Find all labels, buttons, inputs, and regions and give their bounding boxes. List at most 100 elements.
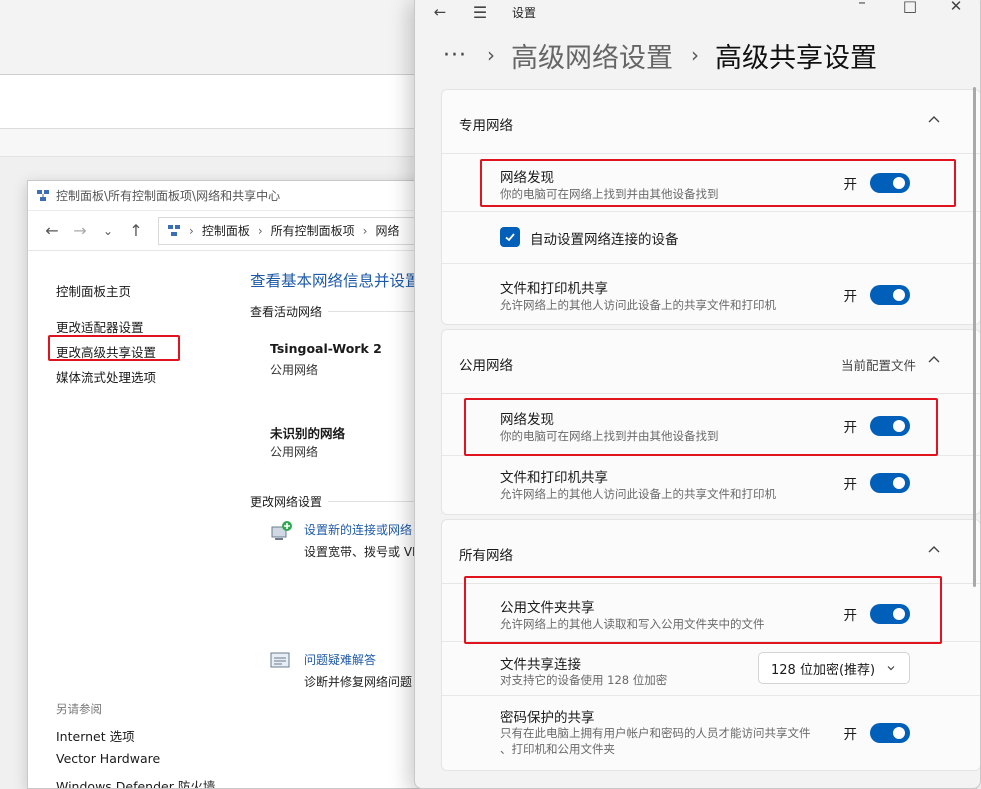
network-name: Tsingoal-Work 2	[270, 341, 382, 356]
section-header[interactable]: 公用网络 当前配置文件	[442, 330, 980, 394]
troubleshoot-link[interactable]: 问题疑难解答	[304, 651, 376, 668]
public-folder-sharing-toggle[interactable]	[870, 604, 910, 624]
address-segment[interactable]: 控制面板	[202, 222, 250, 239]
change-adapter-settings-link[interactable]: 更改适配器设置	[56, 317, 144, 336]
dropdown-value: 128 位加密(推荐)	[771, 662, 876, 678]
network-center-icon	[37, 189, 49, 201]
section-title: 公用网络	[459, 358, 513, 374]
file-printer-sharing-toggle[interactable]	[870, 473, 910, 493]
scrollbar[interactable]	[973, 87, 976, 587]
maximize-icon[interactable]: □	[899, 0, 921, 17]
page-title: 高级共享设置	[714, 42, 877, 74]
auto-setup-checkbox[interactable]	[500, 227, 520, 247]
network-type: 公用网络	[270, 445, 319, 459]
setting-description: 、打印机和公用文件夹	[500, 742, 615, 756]
password-protected-sharing-toggle[interactable]	[870, 723, 910, 743]
section-title: 所有网络	[459, 548, 513, 564]
up-arrow-icon[interactable]: ↑	[122, 217, 150, 245]
page-title: 查看基本网络信息并设置	[250, 272, 421, 290]
setting-description: 允许网络上的其他人读取和写入公用文件夹中的文件	[500, 617, 765, 631]
internet-options-link[interactable]: Internet 选项	[56, 726, 135, 745]
section-title: 专用网络	[459, 118, 513, 134]
all-networks-panel: 所有网络 公用文件夹共享 允许网络上的其他人读取和写入公用文件夹中的文件 开 文…	[441, 519, 980, 772]
setting-title: 文件和打印机共享	[500, 281, 608, 297]
section-header[interactable]: 专用网络	[442, 90, 980, 154]
breadcrumb-more[interactable]: ···	[443, 43, 467, 68]
setting-title: 密码保护的共享	[500, 710, 595, 726]
settings-titlebar: ← ☰ 设置 – □ ✕	[415, 0, 980, 31]
toggle-state-label: 开	[843, 727, 858, 743]
public-network-panel: 公用网络 当前配置文件 网络发现 你的电脑可在网络上找到并由其他设备找到 开 文…	[441, 329, 980, 516]
troubleshoot-icon	[270, 652, 290, 668]
see-also-label: 另请参阅	[56, 702, 102, 716]
setting-description: 你的电脑可在网络上找到并由其他设备找到	[500, 429, 719, 443]
network-center-icon	[168, 224, 180, 236]
back-arrow-icon[interactable]: ←	[429, 1, 451, 23]
media-streaming-options-link[interactable]: 媒体流式处理选项	[56, 367, 156, 386]
menu-icon[interactable]: ☰	[469, 1, 491, 23]
active-networks-label: 查看活动网络	[250, 305, 323, 319]
setup-new-connection-link[interactable]: 设置新的连接或网络	[304, 521, 412, 538]
address-segment[interactable]: 所有控制面板项	[271, 222, 355, 239]
auto-setup-row: 自动设置网络连接的设备	[442, 212, 980, 264]
encryption-dropdown[interactable]: 128 位加密(推荐)	[758, 652, 910, 684]
setting-title: 网络发现	[500, 170, 554, 186]
address-segment[interactable]: 网络	[375, 222, 399, 239]
network-type: 公用网络	[270, 363, 319, 377]
network-discovery-row: 网络发现 你的电脑可在网络上找到并由其他设备找到 开	[442, 394, 980, 456]
network-discovery-toggle[interactable]	[870, 173, 910, 193]
chevron-up-icon[interactable]	[924, 539, 944, 559]
chevron-up-icon[interactable]	[924, 349, 944, 369]
setting-description: 对支持它的设备使用 128 位加密	[500, 673, 668, 687]
chevron-right-icon: ›	[690, 43, 699, 67]
chevron-right-icon: ›	[257, 223, 263, 238]
breadcrumb: ··· › 高级网络设置 › 高级共享设置	[443, 33, 877, 77]
control-panel-titlebar: 控制面板\所有控制面板项\网络和共享中心	[28, 181, 446, 211]
setting-title: 网络发现	[500, 412, 554, 428]
control-panel-window: 控制面板\所有控制面板项\网络和共享中心 ← → ⌄ ↑ › 控制面板 › 所有…	[27, 180, 447, 789]
setting-title: 文件共享连接	[500, 657, 581, 673]
change-advanced-sharing-link[interactable]: 更改高级共享设置	[56, 342, 156, 361]
file-printer-sharing-row: 文件和打印机共享 允许网络上的其他人访问此设备上的共享文件和打印机 开	[442, 456, 980, 516]
section-header[interactable]: 所有网络	[442, 520, 980, 584]
close-icon[interactable]: ✕	[945, 0, 967, 17]
setting-description: 只有在此电脑上拥有用户帐户和密码的人员才能访问共享文件	[500, 726, 811, 740]
minimize-icon[interactable]: –	[851, 0, 873, 13]
toggle-state-label: 开	[843, 177, 858, 193]
network-discovery-toggle[interactable]	[870, 416, 910, 436]
back-arrow-icon[interactable]: ←	[38, 217, 66, 245]
chevron-down-icon[interactable]: ⌄	[94, 217, 122, 245]
control-panel-navbar: ← → ⌄ ↑ › 控制面板 › 所有控制面板项 › 网络	[28, 211, 446, 251]
setting-description: 你的电脑可在网络上找到并由其他设备找到	[500, 187, 719, 201]
change-network-settings-label: 更改网络设置	[250, 495, 323, 509]
vector-hardware-link[interactable]: Vector Hardware	[56, 751, 160, 766]
toggle-state-label: 开	[843, 477, 858, 493]
public-folder-sharing-row: 公用文件夹共享 允许网络上的其他人读取和写入公用文件夹中的文件 开	[442, 576, 980, 644]
chevron-right-icon: ›	[486, 43, 495, 67]
file-sharing-connection-row: 文件共享连接 对支持它的设备使用 128 位加密 128 位加密(推荐)	[442, 642, 980, 696]
chevron-down-icon	[887, 666, 895, 671]
control-panel-home-link[interactable]: 控制面板主页	[56, 281, 131, 300]
control-panel-window-title: 控制面板\所有控制面板项\网络和共享中心	[56, 189, 281, 203]
password-protected-sharing-row: 密码保护的共享 只有在此电脑上拥有用户帐户和密码的人员才能访问共享文件 、打印机…	[442, 696, 980, 772]
current-profile-label: 当前配置文件	[840, 358, 916, 373]
new-connection-icon	[271, 521, 292, 540]
checkbox-label: 自动设置网络连接的设备	[530, 232, 679, 248]
toggle-state-label: 开	[843, 608, 858, 624]
file-printer-sharing-toggle[interactable]	[870, 285, 910, 305]
breadcrumb-parent[interactable]: 高级网络设置	[511, 36, 673, 75]
chevron-right-icon: ›	[189, 223, 194, 238]
app-title: 设置	[512, 6, 537, 20]
checkmark-icon	[505, 233, 515, 242]
forward-arrow-icon[interactable]: →	[66, 217, 94, 245]
setting-description: 允许网络上的其他人访问此设备上的共享文件和打印机	[500, 298, 776, 312]
windows-defender-firewall-link[interactable]: Windows Defender 防火墙	[56, 776, 215, 788]
setting-title: 公用文件夹共享	[500, 600, 595, 616]
private-network-panel: 专用网络 网络发现 你的电脑可在网络上找到并由其他设备找到 开 自动设置网络连接…	[441, 89, 980, 325]
setting-description: 允许网络上的其他人访问此设备上的共享文件和打印机	[500, 487, 776, 501]
toggle-state-label: 开	[843, 289, 858, 305]
address-bar[interactable]: › 控制面板 › 所有控制面板项 › 网络	[158, 216, 446, 245]
chevron-up-icon[interactable]	[924, 109, 944, 129]
network-name: 未识别的网络	[270, 426, 346, 441]
chevron-right-icon: ›	[362, 223, 368, 238]
